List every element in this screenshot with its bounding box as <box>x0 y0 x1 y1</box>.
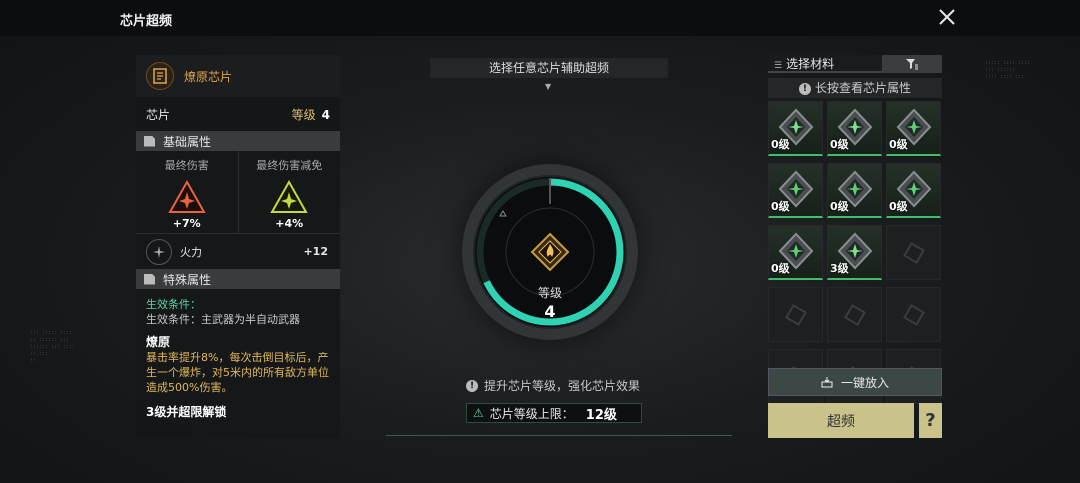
chip-level-value: 4 <box>321 107 330 122</box>
page-title: 芯片超频 <box>120 14 173 29</box>
slot-level: 0级 <box>830 138 849 151</box>
basic-attr-grid: 最终伤害 +7% 最终伤害减免 +4% <box>136 151 340 233</box>
slot-level: 0级 <box>771 200 790 213</box>
attr-label: 最终伤害减免 <box>256 159 323 172</box>
chip-name: 燎原芯片 <box>184 69 233 84</box>
limit-value: 12级 <box>585 407 617 423</box>
put-icon <box>821 377 833 388</box>
down-arrow-icon: ▼ <box>545 82 552 91</box>
top-bar: 芯片超频 <box>0 0 1080 36</box>
tab-label: 选择材料 <box>786 57 835 71</box>
empty-slot-icon <box>785 304 807 326</box>
material-slot[interactable]: 3级 <box>827 225 882 280</box>
slot-level: 0级 <box>771 138 790 151</box>
filter-button[interactable] <box>882 55 942 73</box>
material-slot[interactable] <box>827 287 882 342</box>
damage-triangle-icon <box>168 179 206 213</box>
slot-level: 0级 <box>889 200 908 213</box>
firepower-value: +12 <box>303 245 328 258</box>
firepower-row: 火力 +12 <box>136 233 340 269</box>
reduction-triangle-icon <box>270 179 308 213</box>
attr-value: +7% <box>172 217 201 230</box>
section-doc-icon <box>144 273 155 285</box>
unlock-text: 3级并超限解锁 <box>146 405 227 419</box>
skill-desc: 暴击率提升8%，每次击倒目标后，产生一个爆炸，对5米内的所有敌方单位造成500%… <box>146 351 329 394</box>
material-slot[interactable]: 0级 <box>886 163 941 218</box>
level-ring[interactable]: 等级 4 <box>462 164 638 340</box>
empty-slot-icon <box>844 304 866 326</box>
one-put-label: 一键放入 <box>840 375 889 390</box>
material-tabs: ☰ 选择材料 <box>768 55 942 73</box>
divider <box>386 435 732 436</box>
hint-text: 提升芯片等级，强化芯片效果 <box>484 379 641 393</box>
chip-header: 燎原芯片 <box>136 55 340 97</box>
material-slot[interactable]: 0级 <box>827 101 882 156</box>
basic-attr-title: 基础属性 <box>163 134 212 149</box>
upgrade-hint: ! 提升芯片等级，强化芯片效果 <box>466 377 640 394</box>
material-slot[interactable]: 0级 <box>768 101 823 156</box>
help-button[interactable]: ? <box>919 403 942 438</box>
skill-name: 燎原 <box>146 335 171 349</box>
attr-final-damage: 最终伤害 +7% <box>136 151 238 233</box>
material-slot[interactable] <box>886 287 941 342</box>
list-icon: ☰ <box>774 61 783 71</box>
section-doc-icon <box>144 135 155 147</box>
slot-level: 3级 <box>830 262 849 275</box>
chip-info-panel: 燎原芯片 芯片 等级 4 基础属性 最终伤害 +7% 最终伤害减免 +4% 火力… <box>136 55 340 438</box>
one-click-put-button[interactable]: 一键放入 <box>768 368 942 396</box>
special-attr-body: 生效条件： 生效条件：主武器为半自动武器 燎原 暴击率提升8%，每次击倒目标后，… <box>136 289 340 428</box>
slot-level: 0级 <box>889 138 908 151</box>
level-limit-box: ⚠ 芯片等级上限： 12级 <box>466 403 642 423</box>
chip-level-label: 等级 <box>291 107 316 122</box>
center-level-label: 等级 <box>537 286 562 300</box>
limit-label: 芯片等级上限： <box>489 406 574 421</box>
chip-level-row: 芯片 等级 4 <box>136 97 340 131</box>
firepower-icon <box>146 238 172 265</box>
chip-label: 芯片 <box>146 107 171 122</box>
empty-slot-icon <box>903 304 925 326</box>
deco-text-right: ::::: :::: ::::::: :::::::::: :::: ::: <box>985 60 1031 80</box>
center-level-value: 4 <box>544 302 556 321</box>
attr-value: +4% <box>275 217 304 230</box>
attr-damage-reduction: 最终伤害减免 +4% <box>237 151 341 233</box>
material-slot[interactable]: 0级 <box>886 101 941 156</box>
longpress-hint: ! 长按查看芯片属性 <box>768 78 942 98</box>
flame-chip-icon <box>530 232 570 272</box>
material-grid: 0级 0级 0级 0级 0级 0级 0级 3级 <box>768 101 942 404</box>
chip-doc-icon <box>146 62 174 90</box>
close-icon[interactable] <box>938 8 956 26</box>
info-icon: ! <box>798 82 811 95</box>
chip-level: 等级 4 <box>292 106 330 123</box>
material-slot[interactable] <box>768 287 823 342</box>
material-slot[interactable]: 0级 <box>827 163 882 218</box>
material-slot[interactable]: 0级 <box>768 163 823 218</box>
choose-chip-bar: 选择任意芯片辅助超频 <box>430 58 668 78</box>
tab-select-material[interactable]: ☰ 选择材料 <box>768 55 882 73</box>
condition-text: 生效条件：主武器为半自动武器 <box>146 313 300 326</box>
condition-title: 生效条件： <box>146 298 201 311</box>
firepower-label: 火力 <box>180 245 202 259</box>
filter-icon <box>906 59 918 70</box>
longpress-text: 长按查看芯片属性 <box>814 81 911 95</box>
special-attr-header: 特殊属性 <box>136 269 340 289</box>
warning-icon: ⚠ <box>473 406 484 420</box>
material-slot[interactable]: 0级 <box>768 225 823 280</box>
overclock-button[interactable]: 超频 <box>768 403 914 438</box>
special-attr-title: 特殊属性 <box>163 272 212 287</box>
basic-attr-header: 基础属性 <box>136 131 340 151</box>
attr-label: 最终伤害 <box>164 159 209 172</box>
slot-level: 0级 <box>830 200 849 213</box>
info-icon: ! <box>466 379 478 392</box>
slot-level: 0级 <box>771 262 790 275</box>
deco-text-left: ::: ::::: :::::: :::::: ::::::::: ::: ::… <box>30 330 76 364</box>
empty-slot-icon <box>903 242 925 264</box>
material-slot[interactable] <box>886 225 941 280</box>
